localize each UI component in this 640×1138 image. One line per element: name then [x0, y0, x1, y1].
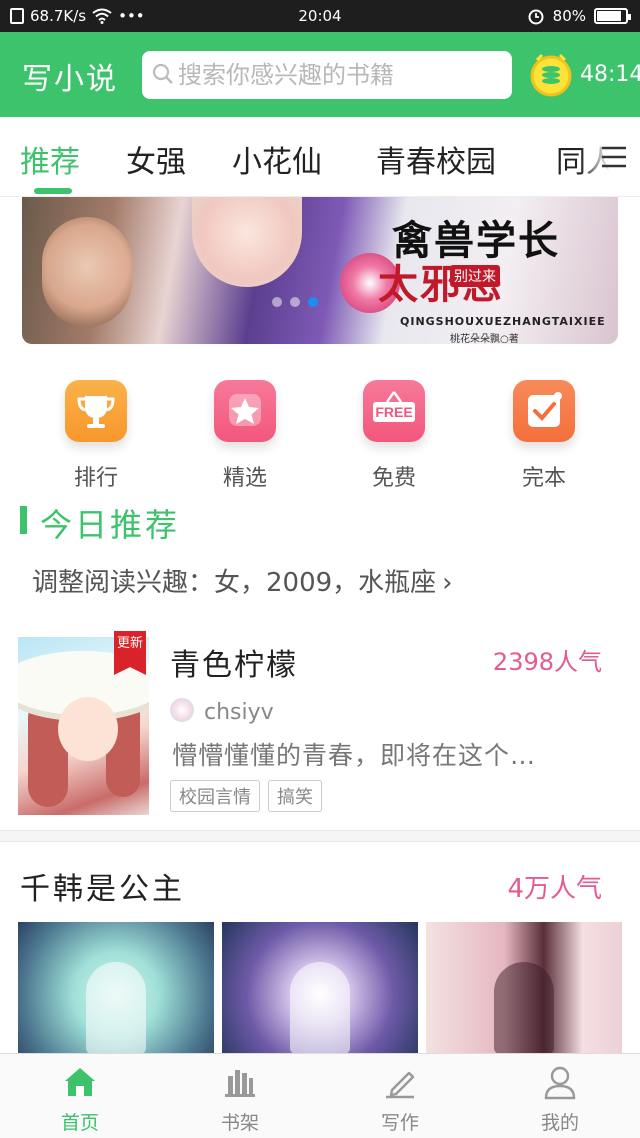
tab-little-flower-fairy[interactable]: 小花仙	[232, 137, 322, 181]
alarm-icon	[528, 9, 544, 25]
search-input[interactable]	[178, 57, 498, 93]
category-tabs: 推荐 女强 小花仙 青春校园 同人	[0, 117, 640, 197]
banner-title-line1: 禽兽学长	[392, 217, 560, 264]
menu-icon[interactable]	[600, 143, 628, 171]
section-divider	[0, 830, 640, 842]
adjust-interest-link[interactable]: 调整阅读兴趣：女，2009，水瓶座 ›	[32, 562, 453, 599]
book-title: 青色柠檬	[170, 648, 298, 683]
nav-home[interactable]: 首页	[0, 1054, 160, 1138]
app-logo: 写小说	[22, 62, 118, 97]
thumbnail-figure	[494, 962, 554, 1054]
status-right: 80%	[527, 7, 631, 25]
thumbnail-figure	[290, 962, 350, 1054]
adjust-interest-text: 调整阅读兴趣：女，2009，水瓶座	[32, 568, 437, 598]
quick-selected-label: 精选	[222, 466, 267, 491]
collection-thumbnail[interactable]	[426, 922, 622, 1054]
book-description: 懵懵懂懂的青春，即将在这个…	[172, 741, 537, 770]
battery-fill	[597, 11, 621, 21]
quick-selected[interactable]: 精选	[185, 376, 305, 492]
status-bar: 68.7K/s ••• 20:04 80%	[0, 0, 640, 32]
nav-write-label: 写作	[380, 1112, 419, 1134]
nav-me[interactable]: 我的	[480, 1054, 640, 1138]
collection-thumbnail[interactable]	[18, 922, 214, 1054]
user-icon	[544, 1066, 576, 1100]
collection-thumbnails	[18, 922, 622, 1054]
trophy-icon	[65, 380, 127, 442]
quick-entries: 排行 精选 FREE 免费 完本	[0, 376, 640, 496]
nav-write[interactable]: 写作	[320, 1054, 480, 1138]
banner-character-center	[192, 197, 302, 287]
chevron-right-icon: ›	[442, 568, 453, 598]
book-tag[interactable]: 搞笑	[268, 780, 322, 812]
battery-percent: 80%	[552, 7, 586, 25]
quick-ranking-label: 排行	[73, 466, 118, 491]
today-recommend-title: 今日推荐	[40, 506, 181, 544]
banner-character-left	[42, 217, 132, 327]
nav-bookshelf-label: 书架	[220, 1112, 259, 1134]
book-author: chsiyv	[204, 700, 274, 725]
nav-home-label: 首页	[60, 1112, 99, 1134]
collection-title[interactable]: 千韩是公主	[20, 864, 185, 908]
book-item[interactable]: 更新 青色柠檬 2398人气 chsiyv 懵懵懂懂的青春，即将在这个… 校园言…	[0, 630, 640, 830]
section-accent-bar	[20, 506, 27, 534]
banner-dot-active[interactable]	[308, 297, 318, 307]
app-header: 写小说 48:14	[0, 32, 640, 117]
quick-free[interactable]: FREE 免费	[334, 376, 454, 492]
check-icon	[513, 380, 575, 442]
quick-ranking[interactable]: 排行	[36, 376, 156, 492]
cover-art-face	[58, 697, 118, 761]
tab-campus[interactable]: 青春校园	[376, 137, 496, 181]
quick-finished[interactable]: 完本	[484, 376, 604, 492]
author-avatar	[170, 698, 194, 722]
thumbnail-figure	[86, 962, 146, 1054]
coin-timer-icon[interactable]	[528, 52, 574, 98]
quick-free-label: 免费	[371, 466, 416, 491]
book-tags: 校园言情 搞笑	[170, 780, 322, 812]
tab-female-strong[interactable]: 女强	[126, 137, 186, 181]
battery-icon	[594, 8, 631, 24]
search-icon	[152, 63, 173, 84]
banner-dot[interactable]	[272, 297, 282, 307]
quick-finished-label: 完本	[521, 466, 566, 491]
tab-recommend[interactable]: 推荐	[20, 137, 80, 181]
pen-icon	[386, 1071, 415, 1099]
banner-pagination	[272, 297, 318, 307]
bottom-navigation: 首页 书架 写作 我的	[0, 1053, 640, 1138]
free-icon: FREE	[363, 380, 425, 442]
banner-title: 禽兽学长 太邪恶	[378, 217, 560, 307]
bookshelf-icon	[225, 1070, 255, 1097]
star-icon	[214, 380, 276, 442]
banner-subtitle: 别过来	[450, 265, 500, 287]
banner-pinyin: QINGSHOUXUEZHANGTAIXIEE	[400, 315, 606, 328]
home-icon	[65, 1068, 95, 1096]
search-box[interactable]	[142, 51, 512, 99]
book-tag[interactable]: 校园言情	[170, 780, 260, 812]
nav-bookshelf[interactable]: 书架	[160, 1054, 320, 1138]
reading-timer: 48:14	[580, 62, 640, 87]
active-tab-indicator	[34, 188, 72, 194]
free-badge-text: FREE	[375, 404, 412, 420]
promo-banner[interactable]: 禽兽学长 太邪恶 别过来 QINGSHOUXUEZHANGTAIXIEE 桃花朵…	[22, 197, 618, 344]
nav-me-label: 我的	[540, 1112, 579, 1134]
book-popularity: 2398人气	[492, 648, 602, 676]
banner-dot[interactable]	[290, 297, 300, 307]
collection-thumbnail[interactable]	[222, 922, 418, 1054]
collection-popularity: 4万人气	[507, 874, 602, 904]
banner-author: 桃花朵朵飘○著	[450, 334, 519, 344]
